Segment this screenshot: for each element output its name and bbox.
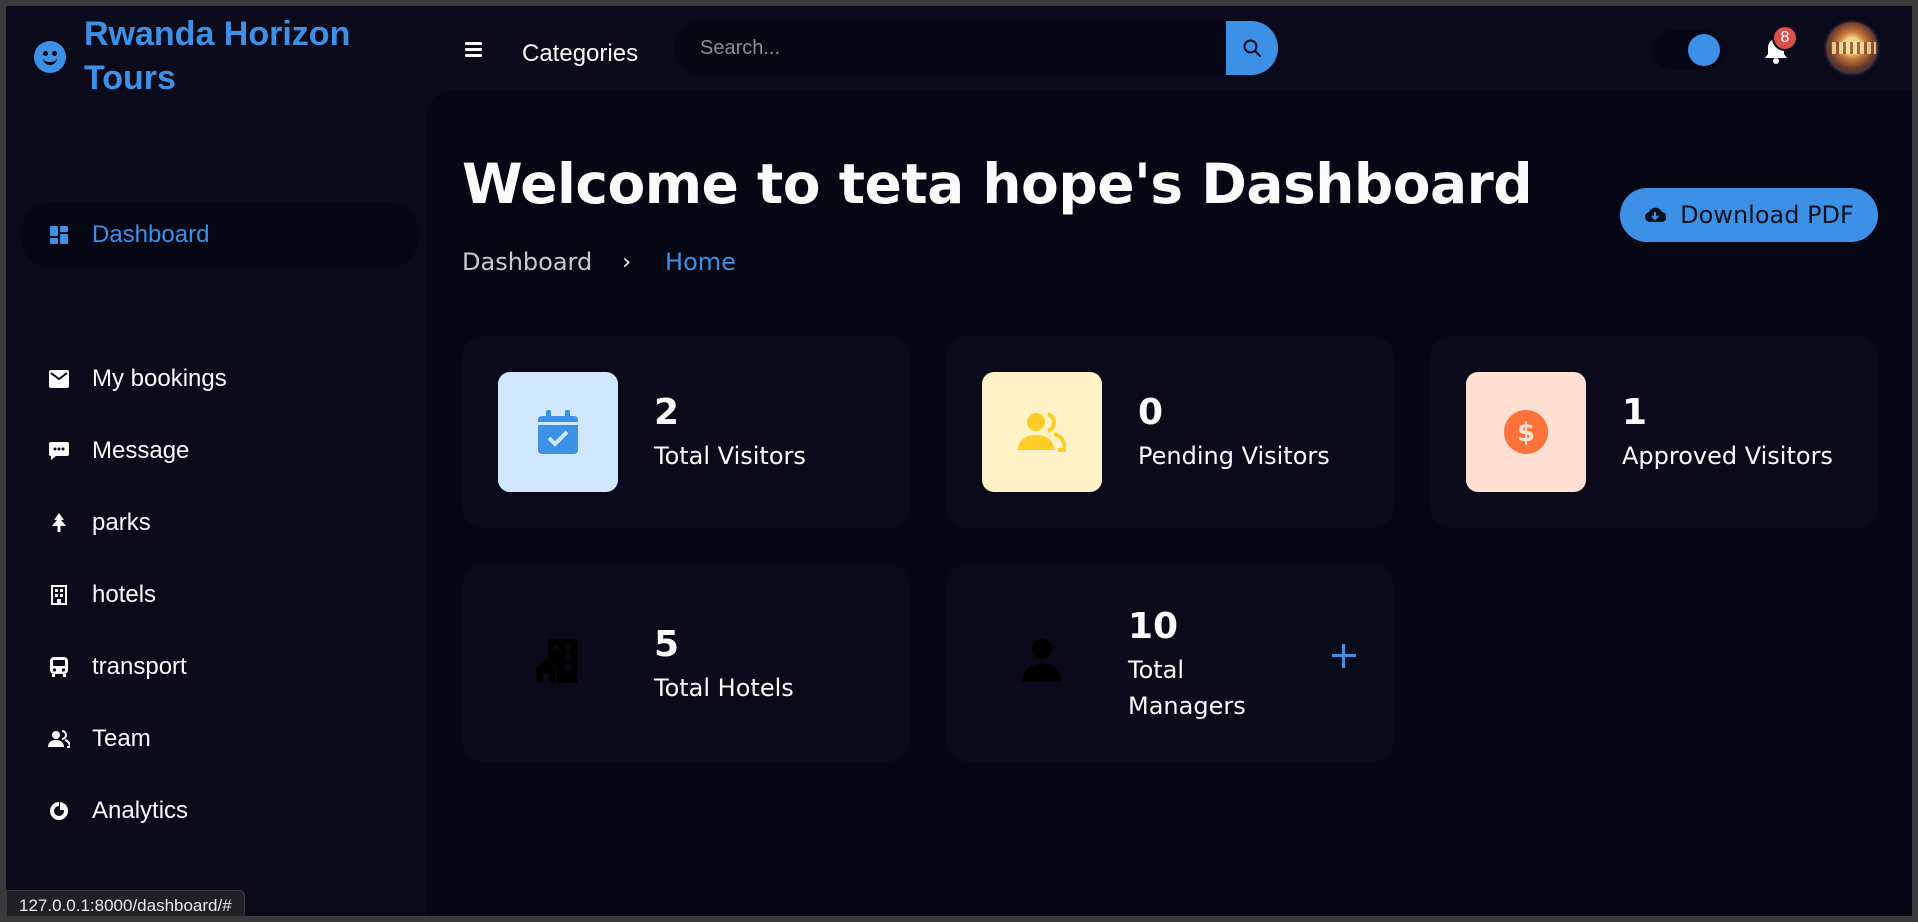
dashboard-icon bbox=[48, 224, 70, 246]
pie-chart-icon bbox=[48, 800, 70, 822]
chat-icon bbox=[48, 440, 70, 462]
toggle-knob bbox=[1688, 34, 1720, 66]
stat-card-total-visitors: 2 Total Visitors bbox=[462, 336, 910, 528]
building-icon bbox=[48, 584, 70, 606]
stat-icon-box bbox=[982, 600, 1102, 720]
bus-icon bbox=[48, 656, 70, 678]
sidebar-item-team[interactable]: Team bbox=[20, 706, 420, 772]
avatar[interactable] bbox=[1824, 20, 1880, 76]
stat-card-total-hotels: 5 Total Hotels bbox=[462, 564, 910, 762]
download-pdf-button[interactable]: Download PDF bbox=[1620, 188, 1878, 242]
sidebar-item-parks[interactable]: parks bbox=[20, 490, 420, 556]
sidebar-item-label: Message bbox=[92, 437, 190, 464]
stat-label-line2: Managers bbox=[1128, 692, 1246, 720]
sidebar-item-label: hotels bbox=[92, 581, 157, 608]
stat-card-total-managers: 10 Total Managers bbox=[946, 564, 1394, 762]
smile-icon bbox=[34, 41, 66, 73]
brand-name: Rwanda Horizon Tours bbox=[84, 15, 351, 97]
categories-link[interactable]: Categories bbox=[522, 40, 638, 68]
dollar-circle-icon: $ bbox=[1504, 410, 1548, 454]
stat-value: 2 bbox=[654, 392, 680, 433]
sidebar-item-message[interactable]: Message bbox=[20, 418, 420, 484]
stat-value: 10 bbox=[1128, 606, 1179, 647]
stat-icon-box bbox=[982, 372, 1102, 492]
breadcrumb: Dashboard › Home bbox=[462, 248, 736, 276]
stat-icon-box bbox=[498, 600, 618, 720]
menu-icon[interactable] bbox=[465, 42, 482, 57]
stat-card-pending-visitors: 0 Pending Visitors bbox=[946, 336, 1394, 528]
browser-status-url: 127.0.0.1:8000/dashboard/# bbox=[6, 890, 245, 916]
sidebar-item-transport[interactable]: transport bbox=[20, 634, 420, 700]
notification-count-badge: 8 bbox=[1772, 25, 1798, 51]
dark-mode-toggle[interactable] bbox=[1652, 30, 1724, 70]
svg-text:$: $ bbox=[1517, 418, 1535, 448]
envelope-icon bbox=[48, 368, 70, 390]
search-input[interactable] bbox=[674, 21, 1226, 75]
sidebar-item-dashboard[interactable]: Dashboard bbox=[20, 202, 420, 268]
breadcrumb-home[interactable]: Home bbox=[665, 248, 736, 276]
stat-value: 1 bbox=[1622, 392, 1648, 433]
cloud-download-icon bbox=[1645, 207, 1667, 223]
download-pdf-label: Download PDF bbox=[1680, 201, 1854, 229]
main-content: Welcome to teta hope's Dashboard Dashboa… bbox=[426, 90, 1912, 916]
search-form bbox=[674, 21, 1278, 75]
sidebar: Dashboard My bookings Message parks hote bbox=[6, 96, 426, 916]
tree-icon bbox=[48, 512, 70, 534]
search-icon bbox=[1243, 39, 1261, 57]
sidebar-item-label: parks bbox=[92, 509, 151, 536]
page-title: Welcome to teta hope's Dashboard bbox=[462, 152, 1533, 216]
sidebar-item-label: Dashboard bbox=[92, 221, 210, 248]
breadcrumb-dashboard[interactable]: Dashboard bbox=[462, 248, 592, 276]
stat-value: 0 bbox=[1138, 392, 1164, 433]
sidebar-item-label: transport bbox=[92, 653, 187, 680]
add-manager-icon[interactable] bbox=[1332, 644, 1356, 668]
brand[interactable]: Rwanda Horizon Tours bbox=[34, 12, 384, 100]
sidebar-item-hotels[interactable]: hotels bbox=[20, 562, 420, 628]
stat-label-line1: Total bbox=[1128, 656, 1185, 684]
sidebar-item-label: Analytics bbox=[92, 797, 189, 824]
stat-icon-box: $ bbox=[1466, 372, 1586, 492]
user-icon bbox=[1022, 639, 1062, 682]
calendar-check-icon bbox=[538, 410, 578, 454]
stat-label: Total Hotels bbox=[654, 674, 794, 702]
stat-label: Total Visitors bbox=[654, 442, 806, 470]
app-window: Rwanda Horizon Tours Categories 8 Dashbo… bbox=[6, 6, 1912, 916]
group-icon bbox=[1018, 412, 1066, 452]
sidebar-item-my-bookings[interactable]: My bookings bbox=[20, 346, 420, 412]
stat-card-approved-visitors: $ 1 Approved Visitors bbox=[1430, 336, 1878, 528]
search-button[interactable] bbox=[1226, 21, 1278, 75]
chevron-right-icon: › bbox=[622, 249, 632, 275]
stat-label: Pending Visitors bbox=[1138, 442, 1330, 470]
top-bar: Rwanda Horizon Tours Categories 8 bbox=[6, 6, 1912, 97]
building-icon bbox=[536, 639, 578, 683]
group-icon bbox=[48, 728, 70, 750]
sidebar-item-label: My bookings bbox=[92, 365, 227, 392]
stat-icon-box bbox=[498, 372, 618, 492]
stat-value: 5 bbox=[654, 624, 680, 665]
stat-label: Approved Visitors bbox=[1622, 442, 1833, 470]
sidebar-item-label: Team bbox=[92, 725, 151, 752]
sidebar-item-analytics[interactable]: Analytics bbox=[20, 778, 420, 844]
